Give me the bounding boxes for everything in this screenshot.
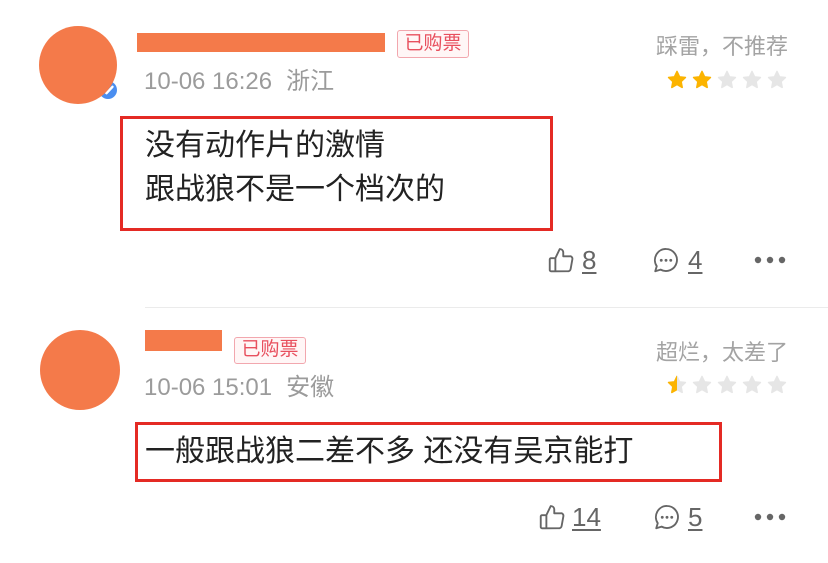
reply-count: 4 bbox=[688, 245, 703, 275]
like-count: 14 bbox=[572, 502, 601, 532]
comment-meta: 10-06 16:26 浙江 bbox=[144, 69, 334, 95]
star-icon bbox=[766, 374, 788, 396]
like-button[interactable]: 8 bbox=[546, 245, 606, 275]
comment-card: 已购票 踩雷，不推荐 10-06 16:26 浙江 没有动作片的激情 跟战狼不是一… bbox=[0, 0, 828, 307]
star-icon bbox=[766, 69, 788, 91]
comment-text-line[interactable]: 没有动作片的激情 bbox=[145, 124, 550, 168]
star-icon bbox=[716, 374, 738, 396]
comment-card: 已购票 超烂，太差了 10-06 15:01 安徽 一般跟战狼二差不多 还没有吴京… bbox=[0, 308, 828, 563]
avatar[interactable] bbox=[40, 330, 120, 410]
more-button[interactable] bbox=[754, 507, 786, 527]
star-rating bbox=[666, 374, 788, 396]
star-icon bbox=[741, 374, 763, 396]
comment-date: 10-06 15:01 bbox=[144, 374, 273, 401]
reply-count: 5 bbox=[688, 502, 703, 532]
more-dots-icon bbox=[754, 507, 786, 527]
comment-text-line[interactable]: 跟战狼不是一个档次的 bbox=[145, 168, 550, 212]
comment-location: 安徽 bbox=[286, 374, 335, 401]
purchased-ticket-badge: 已购票 bbox=[234, 337, 306, 364]
star-icon bbox=[716, 69, 738, 91]
comment-meta: 10-06 15:01 安徽 bbox=[144, 375, 334, 401]
star-icon bbox=[691, 69, 713, 91]
like-count: 8 bbox=[582, 245, 597, 275]
comment-date: 10-06 16:26 bbox=[144, 68, 273, 95]
avatar[interactable] bbox=[39, 26, 117, 104]
like-button[interactable]: 14 bbox=[537, 502, 603, 532]
purchased-ticket-badge: 已购票 bbox=[397, 30, 469, 58]
rating-verdict: 超烂，太差了 bbox=[655, 340, 788, 365]
comment-location: 浙江 bbox=[286, 68, 335, 95]
star-rating bbox=[666, 69, 788, 91]
thumbs-up-icon bbox=[537, 502, 567, 532]
more-dots-icon bbox=[754, 250, 786, 270]
redacted-username[interactable] bbox=[145, 330, 222, 351]
rating-verdict: 踩雷，不推荐 bbox=[655, 34, 788, 59]
comment-text-line[interactable]: 一般跟战狼二差不多 还没有吴京能打 bbox=[145, 430, 719, 474]
star-icon bbox=[666, 69, 688, 91]
highlight-box: 一般跟战狼二差不多 还没有吴京能打 bbox=[135, 422, 722, 482]
highlight-box: 没有动作片的激情 跟战狼不是一个档次的 bbox=[120, 116, 553, 231]
star-icon bbox=[691, 374, 713, 396]
more-button[interactable] bbox=[754, 250, 786, 270]
reply-button[interactable]: 4 bbox=[651, 245, 711, 275]
reply-button[interactable]: 5 bbox=[652, 502, 712, 532]
star-icon bbox=[666, 374, 688, 396]
star-icon bbox=[741, 69, 763, 91]
comment-bubble-icon bbox=[652, 502, 682, 532]
thumbs-up-icon bbox=[546, 245, 576, 275]
comment-bubble-icon bbox=[651, 245, 681, 275]
redacted-username[interactable] bbox=[137, 33, 385, 52]
